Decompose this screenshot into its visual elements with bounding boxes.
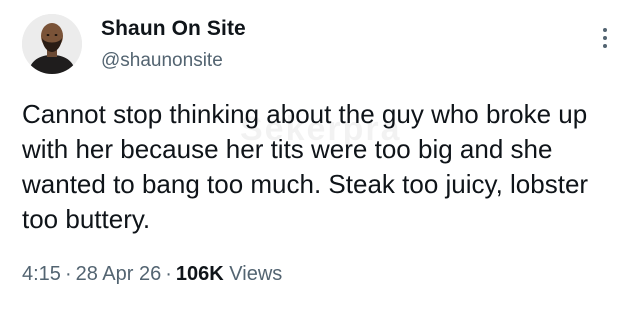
user-avatar-icon — [22, 14, 82, 74]
author-handle[interactable]: @shaunonsite — [101, 50, 223, 72]
tweet-time[interactable]: 4:15 — [22, 263, 61, 285]
views-count: 106K — [175, 263, 224, 285]
meta-separator: · — [64, 263, 72, 285]
views-label: Views — [229, 263, 283, 285]
more-vertical-icon — [603, 28, 607, 32]
tweet-text: Cannot stop thinking about the guy who b… — [22, 99, 589, 234]
tweet-date[interactable]: 28 Apr 26 — [76, 263, 162, 285]
author-display-name[interactable]: Shaun On Site — [101, 17, 246, 41]
author-avatar[interactable] — [22, 14, 82, 74]
tweet-meta: 4:15 · 28 Apr 26 · 106K Views — [22, 263, 282, 286]
tweet-card: Shaun On Site @shaunonsite Cannot stop t… — [0, 0, 640, 322]
more-options-button[interactable] — [597, 28, 613, 58]
meta-separator: · — [165, 263, 172, 285]
